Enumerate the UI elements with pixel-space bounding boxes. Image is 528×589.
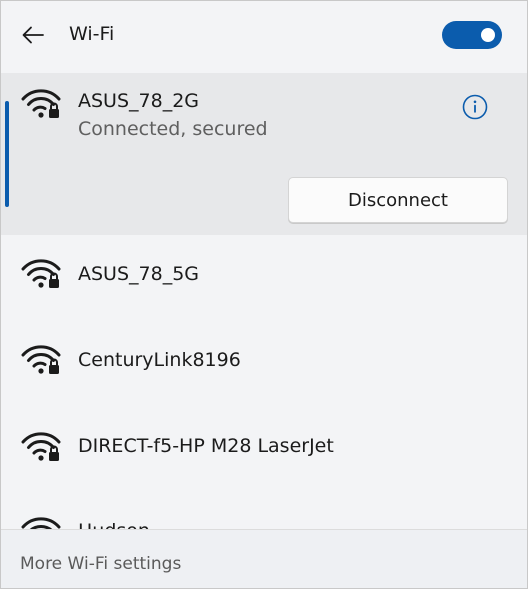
wifi-secured-icon xyxy=(21,259,61,288)
more-wifi-settings-link[interactable]: More Wi-Fi settings xyxy=(20,553,181,575)
network-item-direct-f5-hp[interactable]: DIRECT-f5-HP M28 LaserJet xyxy=(1,407,527,493)
back-arrow-icon xyxy=(22,26,44,44)
network-item-hudson[interactable]: Hudson xyxy=(1,493,527,529)
network-name: Hudson xyxy=(78,519,150,529)
network-name: DIRECT-f5-HP M28 LaserJet xyxy=(78,435,334,457)
network-item-centurylink8196[interactable]: CenturyLink8196 xyxy=(1,321,527,407)
back-button[interactable] xyxy=(15,19,51,51)
wifi-secured-icon xyxy=(21,517,61,529)
selection-indicator xyxy=(5,101,9,207)
network-list[interactable]: ASUS_78_2G Connected, secured Disconnect xyxy=(1,73,527,529)
page-title: Wi-Fi xyxy=(69,23,115,45)
info-icon xyxy=(462,94,488,120)
wifi-secured-icon xyxy=(21,432,61,461)
network-name: ASUS_78_2G xyxy=(78,90,200,112)
wifi-footer: More Wi-Fi settings xyxy=(1,529,527,588)
network-status: Connected, secured xyxy=(78,118,268,140)
wifi-secured-icon xyxy=(21,345,61,374)
network-item-asus-78-2g[interactable]: ASUS_78_2G Connected, secured Disconnect xyxy=(1,73,527,235)
wifi-toggle[interactable] xyxy=(442,21,502,49)
network-properties-button[interactable] xyxy=(461,93,489,121)
network-name: CenturyLink8196 xyxy=(78,349,241,371)
network-item-asus-78-5g[interactable]: ASUS_78_5G xyxy=(1,235,527,321)
network-name: ASUS_78_5G xyxy=(78,263,200,285)
wifi-header: Wi-Fi xyxy=(1,1,527,71)
toggle-knob xyxy=(481,28,495,42)
wifi-flyout: Wi-Fi ASUS_78_2G Connected, secured Disc… xyxy=(0,0,528,589)
disconnect-button[interactable]: Disconnect xyxy=(288,177,508,223)
wifi-secured-icon xyxy=(21,89,61,118)
